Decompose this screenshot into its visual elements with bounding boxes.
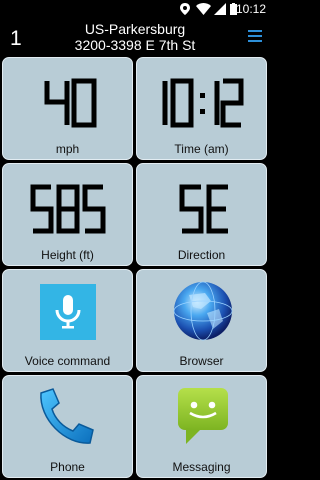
- browser-tile[interactable]: Browser: [136, 269, 267, 372]
- direction-tile[interactable]: Direction: [136, 163, 267, 266]
- status-bar: 10:12: [0, 0, 270, 18]
- location-icon: [180, 3, 190, 15]
- speed-display: [3, 76, 132, 130]
- voice-command-tile[interactable]: Voice command: [2, 269, 133, 372]
- time-tile[interactable]: Time (am): [136, 57, 267, 160]
- time-display: [137, 76, 266, 130]
- menu-icon[interactable]: [248, 30, 262, 42]
- time-label: Time (am): [174, 142, 229, 156]
- phone-tile[interactable]: Phone: [2, 375, 133, 478]
- speed-unit-label: mph: [55, 142, 80, 156]
- microphone-icon: [40, 284, 96, 340]
- messaging-icon: [178, 388, 228, 444]
- speed-tile[interactable]: mph: [2, 57, 133, 160]
- browser-label: Browser: [179, 354, 224, 368]
- location-city: US-Parkersburg: [84, 21, 186, 37]
- header: 1 US-Parkersburg 3200-3398 E 7th St: [0, 18, 270, 56]
- height-tile[interactable]: Height (ft): [2, 163, 133, 266]
- wifi-icon: [196, 3, 211, 15]
- voice-command-label: Voice command: [24, 354, 111, 368]
- globe-icon: [173, 281, 233, 341]
- direction-label: Direction: [177, 248, 226, 262]
- location-street: 3200-3398 E 7th St: [74, 37, 196, 53]
- phone-icon: [40, 388, 94, 444]
- messaging-label: Messaging: [172, 460, 231, 474]
- messaging-tile[interactable]: Messaging: [136, 375, 267, 478]
- signal-icon: [214, 3, 226, 15]
- status-time: 10:12: [235, 2, 266, 16]
- phone-label: Phone: [50, 460, 85, 474]
- height-label: Height (ft): [41, 248, 94, 262]
- height-display: [3, 182, 132, 236]
- direction-display: [137, 182, 266, 236]
